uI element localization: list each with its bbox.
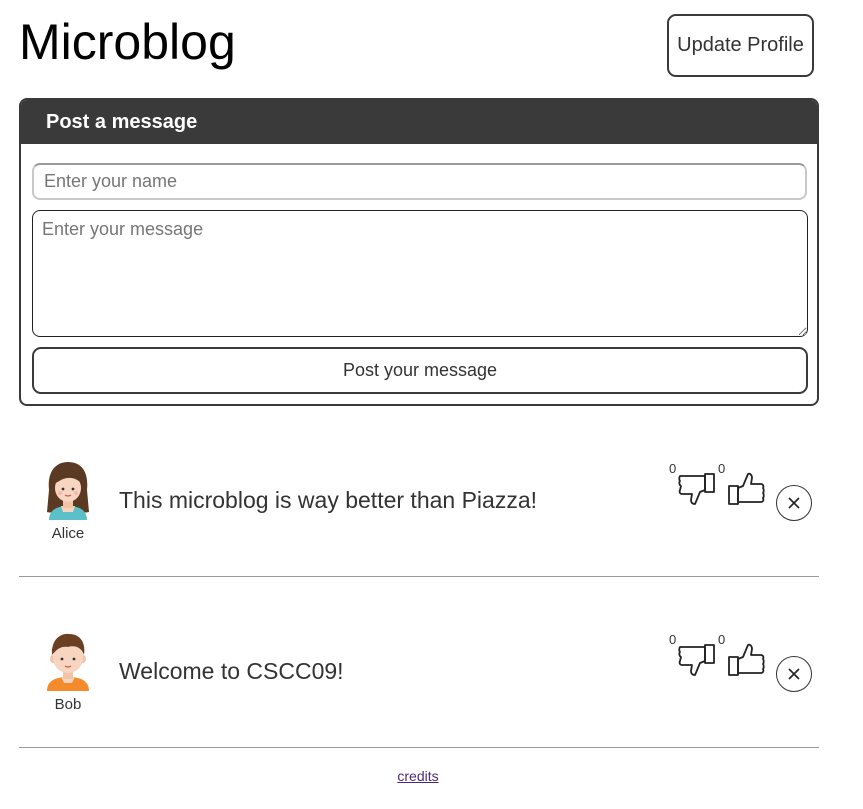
dislike-group: 0	[669, 631, 719, 691]
close-icon	[788, 668, 800, 680]
post-message-panel: Post a message Post your message	[19, 98, 819, 406]
thumbs-up-icon[interactable]	[727, 470, 765, 508]
dislike-count: 0	[669, 632, 677, 647]
author-name: Alice	[51, 525, 85, 542]
post-message-button[interactable]: Post your message	[32, 347, 808, 394]
message-text: Welcome to CSCC09!	[119, 658, 344, 684]
name-input[interactable]	[32, 163, 807, 200]
message-item: Bob Welcome to CSCC09! 0 0	[19, 631, 819, 748]
like-group: 0	[718, 631, 768, 691]
thumbs-down-icon[interactable]	[678, 470, 716, 508]
delete-button[interactable]	[776, 656, 812, 692]
like-group: 0	[718, 460, 768, 520]
credits-link[interactable]: credits	[397, 768, 438, 784]
thumbs-down-icon[interactable]	[678, 641, 716, 679]
message-text: This microblog is way better than Piazza…	[119, 487, 538, 513]
author-name: Bob	[54, 696, 82, 713]
page-title: Microblog	[19, 14, 236, 70]
dislike-group: 0	[669, 460, 719, 520]
panel-heading: Post a message	[21, 100, 817, 144]
like-count: 0	[718, 461, 726, 476]
footer: credits	[0, 768, 836, 784]
message-input[interactable]	[32, 210, 808, 337]
close-icon	[788, 497, 800, 509]
girl-avatar-icon	[47, 462, 89, 520]
delete-button[interactable]	[776, 485, 812, 521]
boy-avatar-icon	[47, 633, 89, 691]
message-item: Alice This microblog is way better than …	[19, 460, 819, 577]
dislike-count: 0	[669, 461, 677, 476]
like-count: 0	[718, 632, 726, 647]
update-profile-button[interactable]: Update Profile	[667, 14, 814, 77]
thumbs-up-icon[interactable]	[727, 641, 765, 679]
